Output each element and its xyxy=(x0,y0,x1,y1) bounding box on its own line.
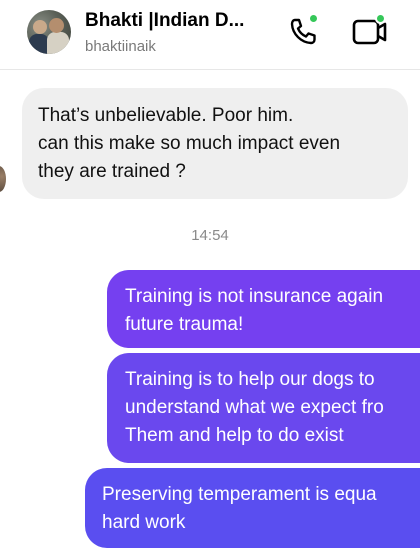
dm-thread-screen: Bhakti |Indian D... bhaktiinaik That’s u… xyxy=(0,0,420,560)
message-line: Training is not insurance again xyxy=(125,286,384,307)
message-line: Training is to help our dogs to xyxy=(125,369,375,390)
online-indicator xyxy=(375,13,386,24)
contact-avatar[interactable] xyxy=(27,10,71,54)
outgoing-message-bubble[interactable]: Training is to help our dogs to understa… xyxy=(107,353,420,463)
message-line: Preserving temperament is equa xyxy=(102,484,377,505)
message-line: Them and help to do exist xyxy=(125,425,344,446)
contact-name[interactable]: Bhakti |Indian D... xyxy=(85,10,275,32)
voice-call-button[interactable] xyxy=(286,13,320,49)
message-line: they are trained ? xyxy=(38,161,186,182)
message-line: understand what we expect fro xyxy=(125,397,384,418)
message-timestamp: 14:54 xyxy=(191,227,229,244)
online-indicator xyxy=(308,13,319,24)
contact-username[interactable]: bhaktiinaik xyxy=(85,38,156,55)
sender-avatar[interactable] xyxy=(0,166,6,192)
video-call-button[interactable] xyxy=(350,13,390,49)
outgoing-message-bubble[interactable]: Training is not insurance again future t… xyxy=(107,270,420,348)
chat-header: Bhakti |Indian D... bhaktiinaik xyxy=(0,0,420,70)
message-line: That’s unbelievable. Poor him. xyxy=(38,105,294,126)
outgoing-message-bubble[interactable]: Preserving temperament is equa hard work xyxy=(85,468,420,548)
message-line: future trauma! xyxy=(125,314,244,335)
incoming-message-bubble[interactable]: That’s unbelievable. Poor him. can this … xyxy=(22,88,408,199)
message-line: hard work xyxy=(102,512,186,533)
message-line: can this make so much impact even xyxy=(38,133,341,154)
